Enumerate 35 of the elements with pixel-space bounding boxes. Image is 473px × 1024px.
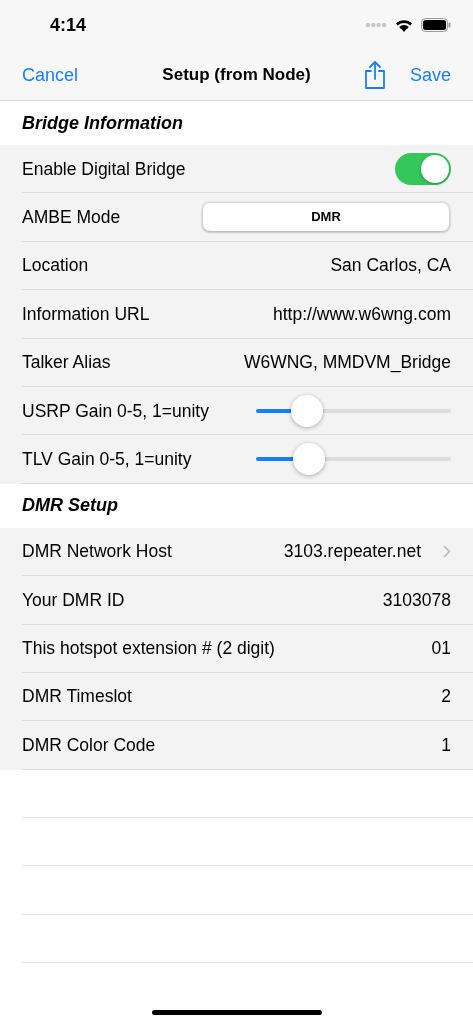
row-label: Your DMR ID bbox=[22, 588, 125, 612]
row-label: DMR Timeslot bbox=[22, 685, 132, 709]
chevron-icon bbox=[443, 544, 451, 558]
battery-icon bbox=[421, 18, 451, 32]
row-label: Location bbox=[22, 254, 89, 278]
row-label: TLV Gain 0-5, 1=unity bbox=[22, 447, 192, 471]
row-label: This hotspot extension # (2 digit) bbox=[22, 637, 275, 661]
segment-option[interactable]: DMR bbox=[203, 203, 449, 232]
row-value: W6WNG, MMDVM_Bridge bbox=[243, 351, 451, 375]
slider-thumb[interactable] bbox=[292, 443, 325, 476]
share-icon[interactable] bbox=[363, 60, 386, 90]
row-label: DMR Color Code bbox=[22, 733, 156, 757]
section-header: DMR Setup bbox=[22, 494, 118, 518]
cancel-button[interactable]: Cancel bbox=[22, 61, 79, 89]
section-header: Bridge Information bbox=[22, 111, 183, 135]
row-label: DMR Network Host bbox=[22, 540, 172, 564]
row-label: Talker Alias bbox=[22, 351, 111, 375]
save-button[interactable]: Save bbox=[409, 61, 451, 89]
row-value: http://www.w6wng.com bbox=[273, 302, 451, 326]
row-label: Information URL bbox=[22, 302, 150, 326]
slider-thumb[interactable] bbox=[290, 394, 323, 427]
row-value: 2 bbox=[441, 685, 451, 709]
status-time: 4:14 bbox=[50, 13, 87, 37]
signal-icon bbox=[365, 22, 387, 28]
toggle-switch[interactable] bbox=[395, 152, 451, 185]
row-value: 3103078 bbox=[382, 588, 451, 612]
row-label: USRP Gain 0-5, 1=unity bbox=[22, 399, 209, 423]
row-value: San Carlos, CA bbox=[330, 254, 451, 278]
row-value: 3103.repeater.net bbox=[283, 540, 421, 564]
screen-title: Setup (from Node) bbox=[162, 64, 311, 87]
row-label: Enable Digital Bridge bbox=[22, 157, 186, 181]
row-label: AMBE Mode bbox=[22, 205, 121, 229]
row-value: 1 bbox=[441, 733, 451, 757]
wifi-icon bbox=[395, 18, 413, 32]
row-value: 01 bbox=[431, 637, 451, 661]
